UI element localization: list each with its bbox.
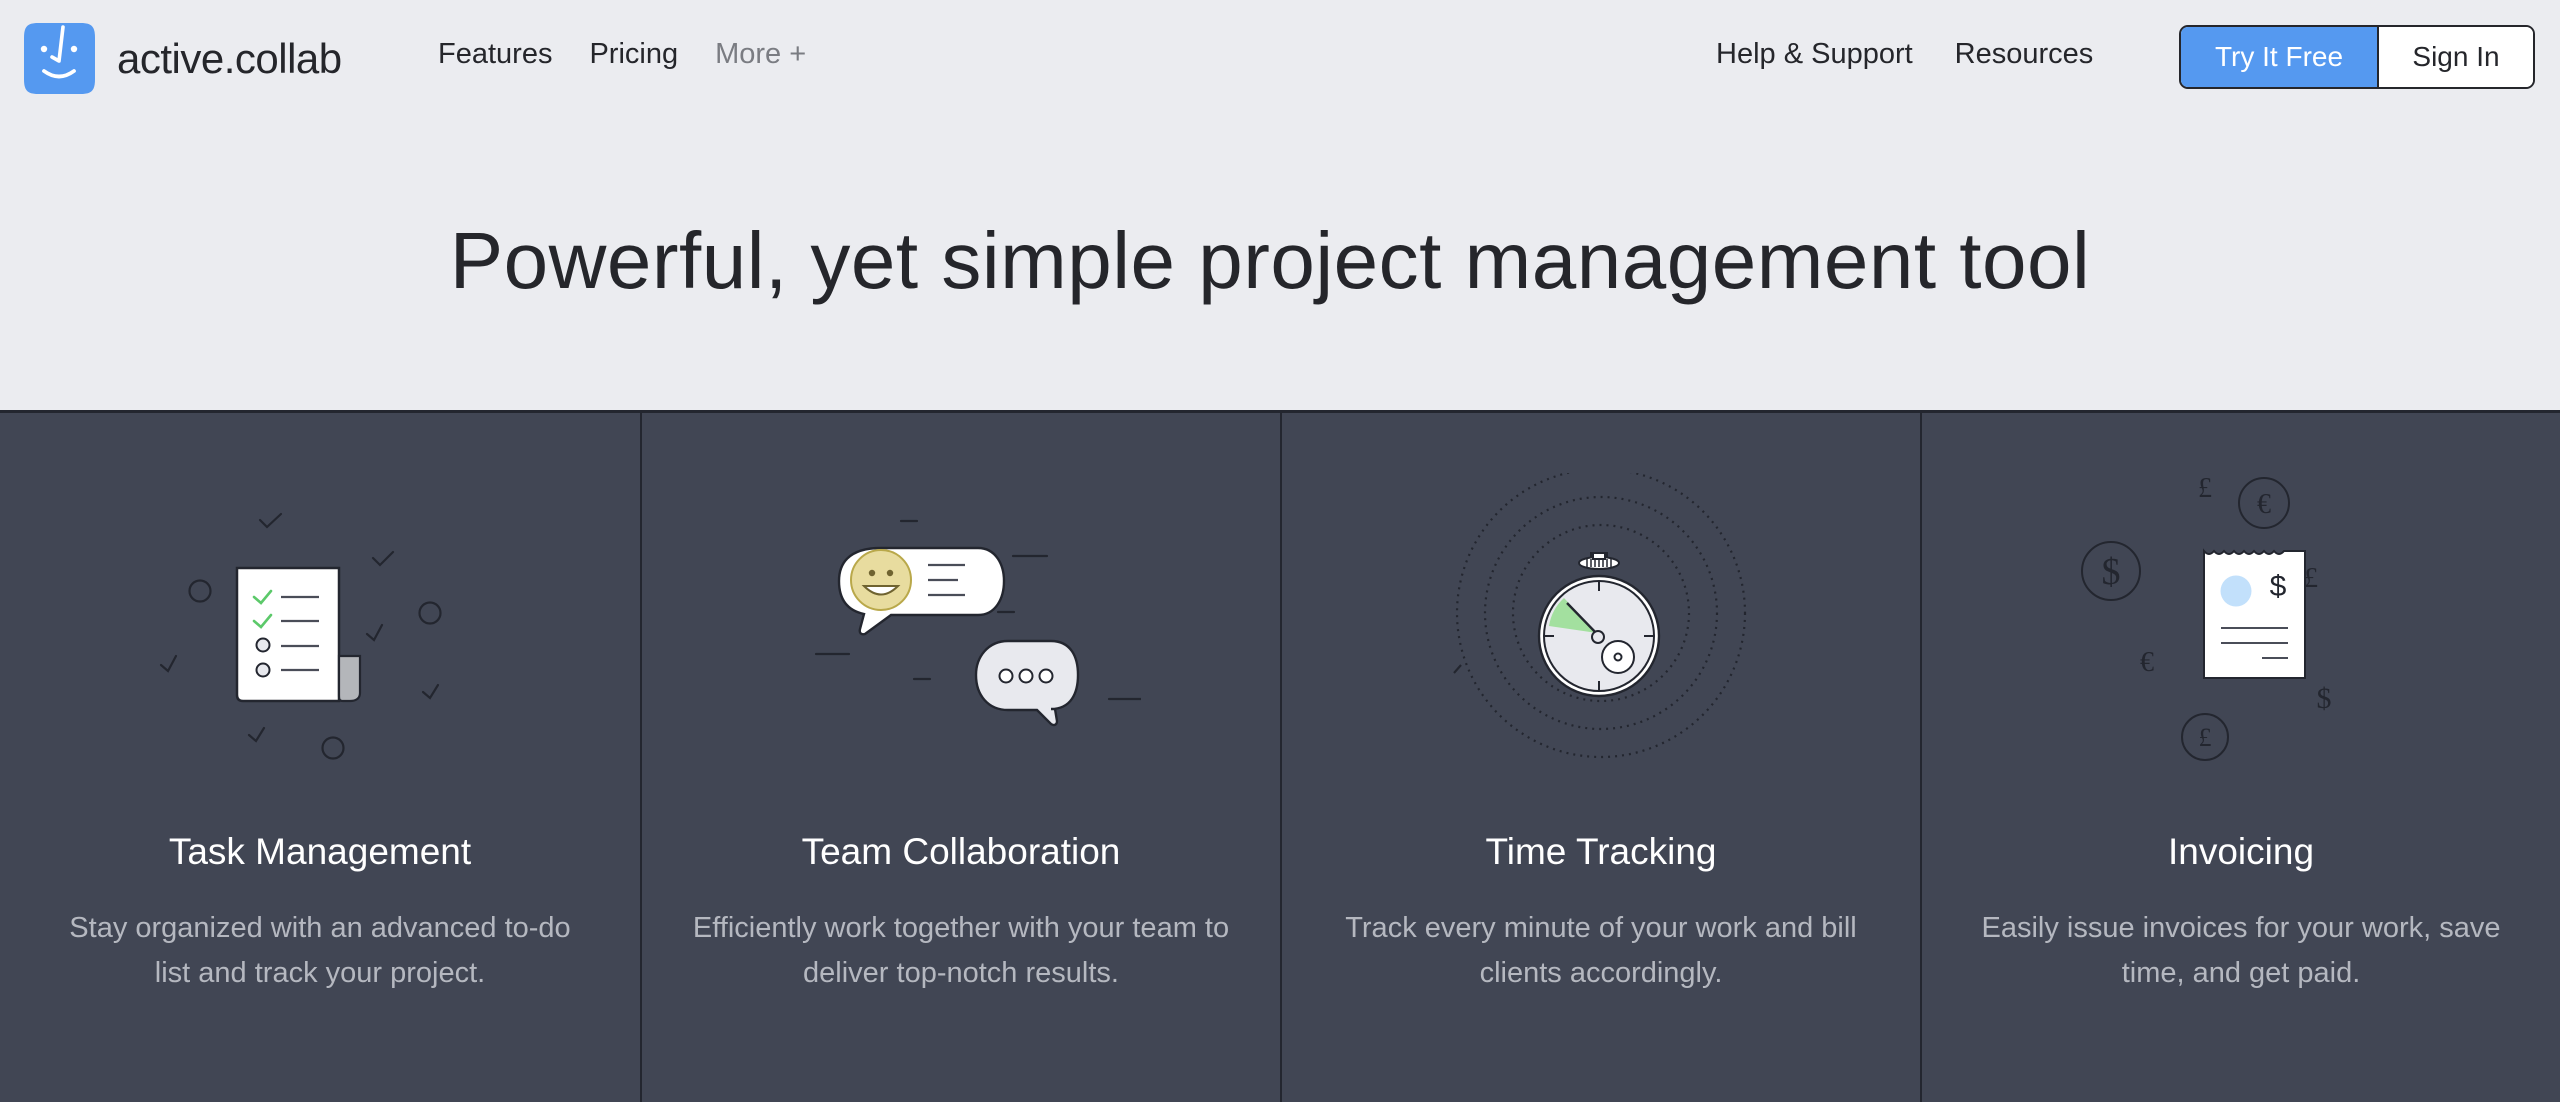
svg-text:$: $	[2102, 551, 2121, 593]
nav-resources[interactable]: Resources	[1955, 38, 2094, 71]
feature-title: Task Management	[168, 831, 472, 872]
feature-title: Invoicing	[2167, 831, 2315, 872]
checklist-icon	[159, 512, 442, 760]
svg-text:€: €	[2257, 489, 2271, 520]
svg-text:$: $	[2270, 570, 2287, 603]
feature-description: Stay organized with an advanced to-do li…	[69, 912, 571, 989]
feature-description: Track every minute of your work and bill…	[1345, 912, 1857, 989]
site-header: active.collab Features Pricing More + He…	[0, 0, 2560, 116]
nav-features[interactable]: Features	[438, 38, 552, 71]
nav-pricing[interactable]: Pricing	[589, 38, 678, 71]
stopwatch-icon	[1453, 473, 1747, 759]
feature-invoicing[interactable]: £ € $ £ € $ £ $ Invoicing Easily issue i…	[1920, 413, 2560, 1102]
feature-task-management[interactable]: Task Management Stay organized with an a…	[0, 413, 640, 1102]
sign-in-button[interactable]: Sign In	[2379, 27, 2533, 87]
svg-text:€: €	[2140, 647, 2154, 678]
svg-text:£: £	[2199, 723, 2212, 752]
hero-title: Powerful, yet simple project management …	[449, 216, 2091, 305]
feature-description: Easily issue invoices for your work, sav…	[1981, 912, 2501, 989]
smiley-face-logo-icon	[24, 23, 95, 94]
chat-bubbles-icon	[814, 519, 1141, 727]
secondary-nav: Help & Support Resources	[1716, 38, 2093, 71]
try-it-free-button[interactable]: Try It Free	[2181, 27, 2379, 87]
invoice-receipt-icon: £ € $ £ € $ £ $	[2081, 473, 2332, 761]
feature-description: Efficiently work together with your team…	[692, 912, 1230, 989]
brand-logo-link[interactable]: active.collab	[22, 21, 342, 96]
feature-time-tracking[interactable]: Time Tracking Track every minute of your…	[1280, 413, 1920, 1102]
svg-text:£: £	[2198, 473, 2212, 504]
svg-text:£: £	[2304, 563, 2318, 594]
auth-buttons: Try It Free Sign In	[2179, 25, 2535, 89]
primary-nav: Features Pricing More +	[438, 38, 806, 71]
feature-team-collaboration[interactable]: Team Collaboration Efficiently work toge…	[640, 413, 1280, 1102]
brand-name: active.collab	[117, 34, 342, 82]
svg-text:$: $	[2317, 682, 2332, 715]
nav-more[interactable]: More +	[715, 38, 806, 71]
features-section: Task Management Stay organized with an a…	[0, 410, 2560, 1102]
nav-help-support[interactable]: Help & Support	[1716, 38, 1913, 71]
feature-title: Time Tracking	[1485, 831, 1717, 872]
todo-sheet	[235, 566, 362, 703]
feature-title: Team Collaboration	[801, 831, 1121, 872]
